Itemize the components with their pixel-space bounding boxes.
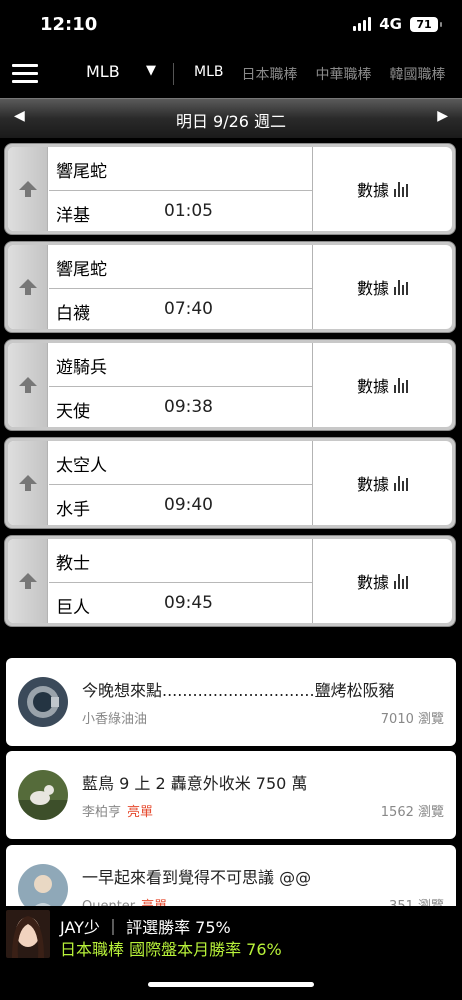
away-team: 教士: [56, 554, 90, 574]
post-badge: 亮單: [127, 805, 154, 820]
bar-chart-icon: [394, 573, 408, 589]
promoter-photo: [6, 910, 50, 958]
home-team: 水手: [56, 500, 90, 520]
post-item[interactable]: 今晚想來點..............................鹽烤松阪豬…: [6, 658, 456, 746]
game-card[interactable]: 遊騎兵 天使 09:38 數據: [4, 339, 456, 431]
avatar: [18, 677, 68, 727]
stats-label: 數據: [356, 181, 389, 200]
game-teams: 響尾蛇 白襪 07:40: [49, 245, 312, 329]
tab-mlb[interactable]: MLB: [194, 64, 223, 84]
post-title: 藍鳥 9 上 2 轟意外收米 750 萬: [82, 774, 308, 793]
post-title: 一早起來看到覺得不可思議 @@: [82, 868, 312, 887]
home-team: 白襪: [56, 304, 90, 324]
bar-chart-icon: [394, 181, 408, 197]
home-team: 巨人: [56, 598, 90, 618]
post-title: 今晚想來點..............................鹽烤松阪豬: [82, 681, 395, 700]
tab-cpbl[interactable]: 中華職棒: [315, 64, 371, 84]
bar-chart-icon: [394, 279, 408, 295]
status-right: 4G 71: [353, 15, 442, 33]
game-time: 01:05: [164, 201, 213, 221]
stats-label: 數據: [356, 475, 389, 494]
pin-up-icon[interactable]: [8, 441, 48, 525]
stats-button[interactable]: 數據: [312, 441, 452, 525]
post-views: 7010 瀏覽: [380, 712, 444, 727]
top-nav: MLB ▼ MLB 日本職棒 中華職棒 韓國職棒: [0, 50, 462, 98]
date-bar: ◀ 明日 9/26 週二 ▶: [0, 98, 462, 138]
home-team: 洋基: [56, 206, 90, 226]
date-label: 明日 9/26 週二: [175, 112, 287, 131]
game-teams: 響尾蛇 洋基 01:05: [49, 147, 312, 231]
next-day-icon[interactable]: ▶: [437, 108, 448, 124]
league-tabs: MLB 日本職棒 中華職棒 韓國職棒: [194, 64, 445, 84]
game-card[interactable]: 太空人 水手 09:40 數據: [4, 437, 456, 529]
banner-line1: JAY少 ｜ 評選勝率 75%: [60, 918, 231, 937]
tab-kbo[interactable]: 韓國職棒: [389, 64, 445, 84]
stats-label: 數據: [356, 573, 389, 592]
bar-chart-icon: [394, 377, 408, 393]
pin-up-icon[interactable]: [8, 343, 48, 427]
game-time: 07:40: [164, 299, 213, 319]
bar-chart-icon: [394, 475, 408, 491]
away-team: 響尾蛇: [56, 162, 107, 182]
game-card[interactable]: 響尾蛇 洋基 01:05 數據: [4, 143, 456, 235]
post-views: 1562 瀏覽: [380, 805, 444, 820]
pin-up-icon[interactable]: [8, 147, 48, 231]
away-team: 太空人: [56, 456, 107, 476]
stats-button[interactable]: 數據: [312, 343, 452, 427]
stats-button[interactable]: 數據: [312, 539, 452, 623]
status-time: 12:10: [40, 14, 98, 35]
game-time: 09:45: [164, 593, 213, 613]
avatar: [18, 770, 68, 820]
banner-line2: 日本職棒 國際盤本月勝率 76%: [60, 940, 282, 959]
game-card[interactable]: 教士 巨人 09:45 數據: [4, 535, 456, 627]
nav-divider: [173, 63, 174, 85]
dropdown-arrow-icon[interactable]: ▼: [146, 63, 156, 78]
league-select[interactable]: MLB: [86, 62, 120, 81]
status-bar: 12:10 4G 71: [0, 0, 462, 50]
network-label: 4G: [379, 15, 402, 33]
stats-button[interactable]: 數據: [312, 147, 452, 231]
pin-up-icon[interactable]: [8, 245, 48, 329]
game-teams: 太空人 水手 09:40: [49, 441, 312, 525]
game-teams: 教士 巨人 09:45: [49, 539, 312, 623]
stats-button[interactable]: 數據: [312, 245, 452, 329]
post-author: 小香綠油油: [82, 712, 148, 727]
game-card[interactable]: 響尾蛇 白襪 07:40 數據: [4, 241, 456, 333]
stats-label: 數據: [356, 377, 389, 396]
away-team: 遊騎兵: [56, 358, 107, 378]
home-indicator: [148, 982, 314, 987]
stats-label: 數據: [356, 279, 389, 298]
post-item[interactable]: 藍鳥 9 上 2 轟意外收米 750 萬 李柏亨 亮單 1562 瀏覽: [6, 751, 456, 839]
tab-npb[interactable]: 日本職棒: [241, 64, 297, 84]
menu-icon[interactable]: [12, 64, 38, 84]
pin-up-icon[interactable]: [8, 539, 48, 623]
game-teams: 遊騎兵 天使 09:38: [49, 343, 312, 427]
battery-icon: 71: [410, 16, 442, 32]
away-team: 響尾蛇: [56, 260, 107, 280]
signal-icon: [353, 17, 372, 31]
post-author: 李柏亨 亮單: [82, 805, 154, 820]
home-team: 天使: [56, 402, 90, 422]
game-time: 09:38: [164, 397, 213, 417]
game-time: 09:40: [164, 495, 213, 515]
